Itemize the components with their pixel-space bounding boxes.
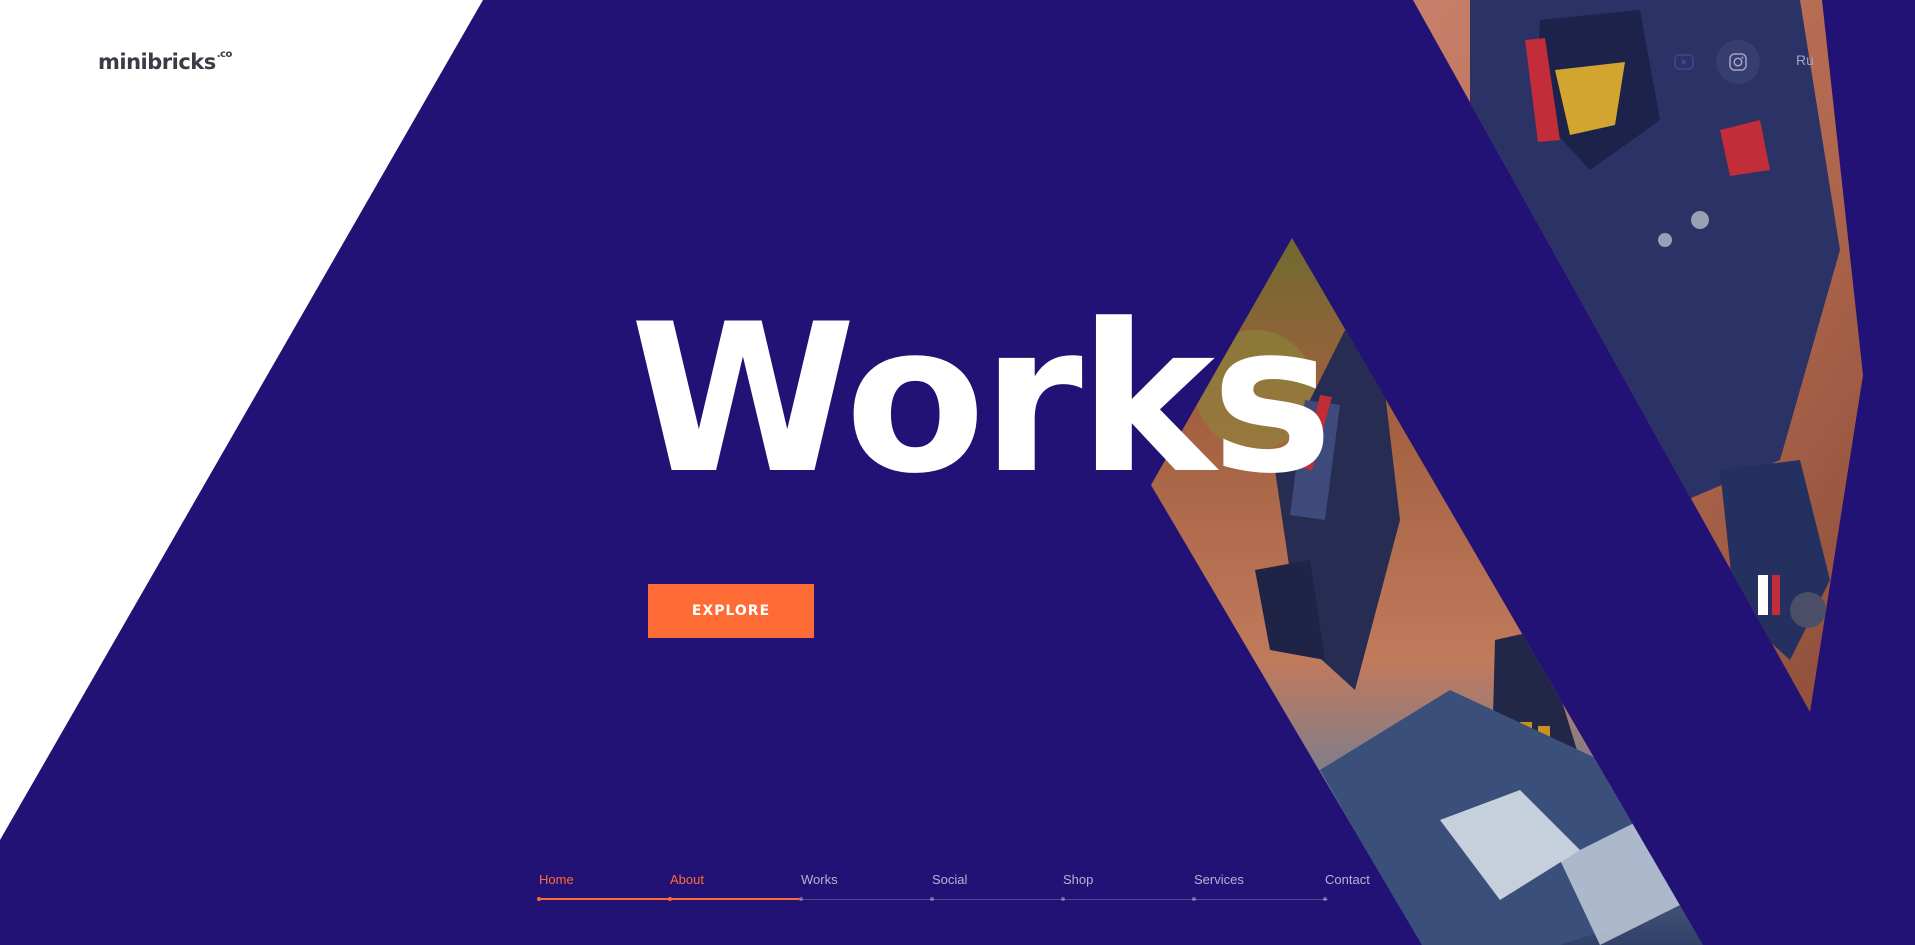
- nav-item-marker: [799, 897, 803, 901]
- nav-item-marker: [930, 897, 934, 901]
- page: minibricks.co Works EXPLORE Ru Home About…: [0, 0, 1915, 945]
- logo-suffix: .co: [216, 49, 233, 60]
- nav-item-label: Social: [932, 872, 968, 887]
- nav-item-label: Services: [1194, 872, 1244, 887]
- nav-item-marker: [537, 897, 541, 901]
- nav-item-marker: [1192, 897, 1196, 901]
- nav-item-label: Contact: [1325, 872, 1370, 887]
- brand-logo[interactable]: minibricks.co: [98, 49, 233, 74]
- instagram-link[interactable]: [1716, 40, 1760, 84]
- nav-item-works[interactable]: Works: [799, 866, 932, 906]
- nav-item-home[interactable]: Home: [537, 866, 670, 906]
- nav-item-label: Shop: [1063, 872, 1094, 887]
- nav-item-marker: [1323, 897, 1327, 901]
- nav-item-social[interactable]: Social: [930, 866, 1063, 906]
- nav-item-label: Works: [801, 872, 838, 887]
- nav-item-shop[interactable]: Shop: [1061, 866, 1194, 906]
- logo-text: minibricks: [98, 50, 216, 74]
- hero-title: Works: [630, 281, 1333, 519]
- nav-item-marker: [668, 897, 672, 901]
- explore-button[interactable]: EXPLORE: [648, 584, 814, 638]
- nav-item-marker: [1061, 897, 1065, 901]
- language-switch[interactable]: Ru: [1796, 52, 1814, 68]
- nav-item-services[interactable]: Services: [1192, 866, 1325, 906]
- nav-item-about[interactable]: About: [668, 866, 801, 906]
- bottom-nav: Home About Works Social Shop Services Contact: [537, 866, 1883, 906]
- nav-item-label: Home: [539, 872, 574, 887]
- instagram-icon: [1729, 53, 1747, 71]
- youtube-icon: [1674, 54, 1694, 70]
- nav-item-label: About: [670, 872, 704, 887]
- youtube-link[interactable]: [1664, 42, 1704, 82]
- nav-item-contact[interactable]: Contact: [1323, 866, 1456, 906]
